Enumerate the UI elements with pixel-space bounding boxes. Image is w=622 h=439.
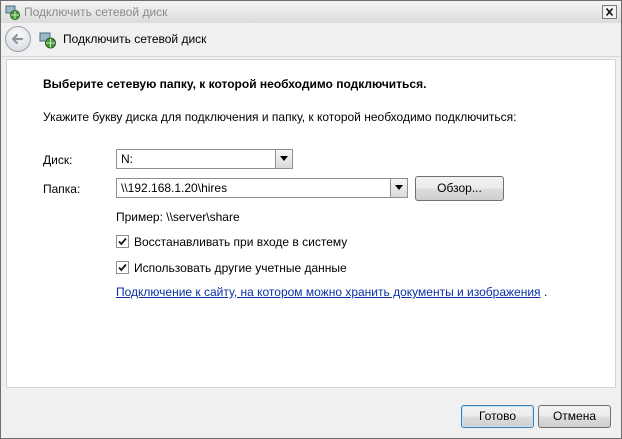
map-network-drive-window: Подключить сетевой диск Подключить сетев… (0, 0, 622, 439)
folder-value: \\192.168.1.20\hires (121, 181, 228, 195)
button-bar: Готово Отмена (1, 388, 621, 438)
other-credentials-checkbox[interactable] (116, 261, 129, 274)
wizard-title: Подключить сетевой диск (63, 32, 207, 46)
cancel-button[interactable]: Отмена (538, 405, 611, 428)
back-button[interactable] (5, 26, 31, 52)
connect-website-link[interactable]: Подключение к сайту, на котором можно хр… (116, 285, 541, 299)
close-button[interactable] (602, 5, 617, 19)
instruction-text: Укажите букву диска для подключения и па… (43, 110, 517, 124)
title-bar: Подключить сетевой диск (1, 1, 621, 23)
folder-label: Папка: (43, 182, 81, 196)
chevron-down-icon (395, 185, 403, 190)
other-credentials-label[interactable]: Использовать другие учетные данные (134, 261, 347, 275)
drive-dropdown-button[interactable] (275, 150, 292, 168)
finish-button[interactable]: Готово (461, 405, 534, 428)
drive-value: N: (121, 152, 133, 166)
navigation-bar: Подключить сетевой диск (1, 23, 621, 57)
reconnect-checkbox[interactable] (116, 235, 129, 248)
link-period: . (544, 285, 548, 299)
example-hint: Пример: \\server\share (116, 210, 240, 224)
browse-button[interactable]: Обзор... (415, 176, 504, 201)
drive-label: Диск: (43, 153, 73, 167)
checkmark-icon (118, 263, 127, 272)
folder-combobox[interactable]: \\192.168.1.20\hires (116, 178, 408, 198)
folder-dropdown-button[interactable] (390, 179, 407, 197)
window-title: Подключить сетевой диск (24, 5, 168, 19)
back-arrow-icon (11, 33, 24, 45)
page-heading: Выберите сетевую папку, к которой необхо… (43, 77, 427, 91)
network-drive-icon (5, 4, 21, 20)
wizard-content: Выберите сетевую папку, к которой необхо… (6, 59, 616, 388)
chevron-down-icon (280, 156, 288, 161)
close-icon (605, 7, 614, 17)
drive-select[interactable]: N: (116, 149, 293, 169)
checkmark-icon (118, 237, 127, 246)
network-drive-icon (39, 31, 57, 49)
reconnect-label[interactable]: Восстанавливать при входе в систему (134, 235, 347, 249)
